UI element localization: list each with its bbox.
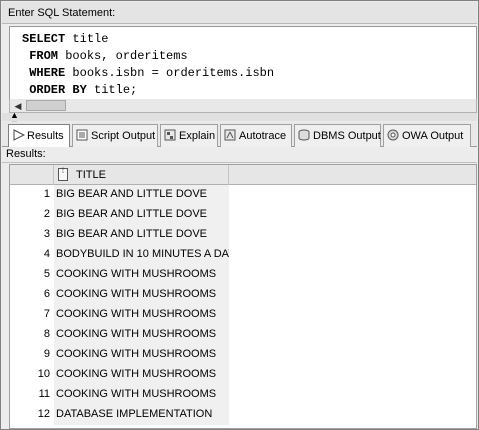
sql-text: title; [86,83,138,97]
tab-dbms-output[interactable]: DBMS Output [294,124,381,147]
grid-corner[interactable] [10,165,54,185]
tab-label: Autotrace [239,130,287,142]
row-number: 10 [10,365,54,385]
row-number: 7 [10,305,54,325]
table-row[interactable]: 7 COOKING WITH MUSHROOMS [10,305,476,325]
title-cell[interactable]: COOKING WITH MUSHROOMS [54,345,229,365]
row-number: 8 [10,325,54,345]
title-cell[interactable]: COOKING WITH MUSHROOMS [54,385,229,405]
explain-plan-icon [164,129,177,141]
sql-line-1: SELECT title [22,31,476,48]
owa-output-icon [387,129,400,141]
tab-results[interactable]: Results [8,124,70,148]
tab-label: Explain [179,130,216,142]
row-number: 4 [10,245,54,265]
column-type-icon: ⁞ [58,168,68,181]
table-row[interactable]: 3 BIG BEAR AND LITTLE DOVE [10,225,476,245]
title-cell[interactable]: BODYBUILD IN 10 MINUTES A DAY [54,245,229,265]
results-grid[interactable]: ⁞ TITLE 1 BIG BEAR AND LITTLE DOVE 2 BIG B… [9,164,477,429]
row-number: 9 [10,345,54,365]
dbms-output-icon [298,129,311,141]
sql-keyword: ORDER BY [22,83,87,97]
play-triangle-icon [12,129,26,141]
column-header-title[interactable]: TITLE [76,169,106,181]
table-row[interactable]: 10 COOKING WITH MUSHROOMS [10,365,476,385]
column-resize-handle[interactable] [228,165,229,185]
title-cell[interactable]: COOKING WITH MUSHROOMS [54,265,229,285]
title-cell[interactable]: COOKING WITH MUSHROOMS [54,305,229,325]
row-number: 5 [10,265,54,285]
table-row[interactable]: 12 DATABASE IMPLEMENTATION [10,405,476,425]
script-output-icon [76,129,89,141]
tab-script-output[interactable]: Script Output [72,124,158,147]
sql-line-3: WHERE books.isbn = orderitems.isbn [22,65,476,82]
title-cell[interactable]: DATABASE IMPLEMENTATION [54,405,229,425]
title-cell[interactable]: COOKING WITH MUSHROOMS [54,365,229,385]
table-row[interactable]: 11 COOKING WITH MUSHROOMS [10,385,476,405]
sql-keyword: FROM [22,49,59,63]
table-row[interactable]: 1 BIG BEAR AND LITTLE DOVE [10,185,476,205]
row-number: 6 [10,285,54,305]
row-number: 11 [10,385,54,405]
tab-owa-output[interactable]: OWA Output [383,124,471,147]
tab-explain[interactable]: Explain [160,124,218,147]
sql-line-2: FROM books, orderitems [22,48,476,65]
row-number: 3 [10,225,54,245]
table-row[interactable]: 9 COOKING WITH MUSHROOMS [10,345,476,365]
sql-text: title [65,32,109,46]
results-label: Results: [2,147,477,163]
title-cell[interactable]: BIG BEAR AND LITTLE DOVE [54,185,229,205]
table-row[interactable]: 5 COOKING WITH MUSHROOMS [10,265,476,285]
sql-worksheet-window: Enter SQL Statement: SELECT title FROM b… [0,0,479,430]
sql-keyword: SELECT [22,32,66,46]
sql-editor[interactable]: SELECT title FROM books, orderitems WHER… [9,26,477,100]
editor-header-label: Enter SQL Statement: [2,2,477,24]
tab-label: Results [27,130,64,142]
row-number: 12 [10,405,54,425]
table-row[interactable]: 2 BIG BEAR AND LITTLE DOVE [10,205,476,225]
title-cell[interactable]: BIG BEAR AND LITTLE DOVE [54,225,229,245]
autotrace-icon [224,129,237,141]
sql-line-4: ORDER BY title; [22,82,476,99]
tab-label: DBMS Output [313,130,381,142]
row-number: 1 [10,185,54,205]
sql-text: books.isbn = orderitems.isbn [65,66,275,80]
grid-header-row: ⁞ TITLE [10,165,476,185]
output-tab-bar: Results Script Output Explain Autotrace … [2,122,477,148]
sql-text: books, orderitems [58,49,188,63]
tab-label: OWA Output [402,130,464,142]
table-row[interactable]: 4 BODYBUILD IN 10 MINUTES A DAY [10,245,476,265]
tab-autotrace[interactable]: Autotrace [220,124,292,147]
scrollbar-thumb[interactable] [26,100,66,111]
table-row[interactable]: 8 COOKING WITH MUSHROOMS [10,325,476,345]
editor-horizontal-scrollbar[interactable]: ◀ [9,99,477,113]
title-cell[interactable]: COOKING WITH MUSHROOMS [54,325,229,345]
title-cell[interactable]: BIG BEAR AND LITTLE DOVE [54,205,229,225]
title-cell[interactable]: COOKING WITH MUSHROOMS [54,285,229,305]
pane-splitter[interactable]: ▲▼ [2,111,477,129]
table-row[interactable]: 6 COOKING WITH MUSHROOMS [10,285,476,305]
sql-keyword: WHERE [22,66,66,80]
row-number: 2 [10,205,54,225]
tab-label: Script Output [91,130,156,142]
